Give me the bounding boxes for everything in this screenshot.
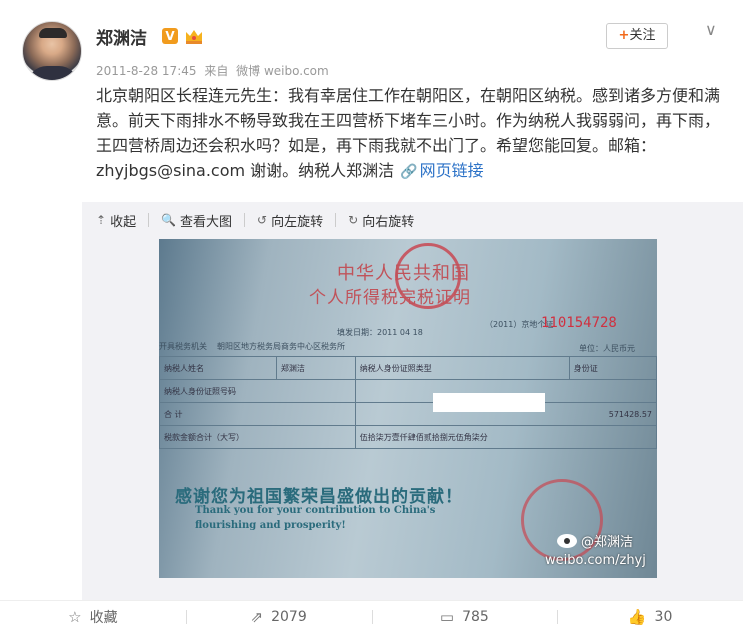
unit-label: 单位：人民币元	[579, 344, 635, 353]
verified-badge-icon[interactable]: V	[162, 28, 178, 44]
author-name[interactable]: 郑渊洁	[96, 24, 147, 49]
serial-number: 110154728	[541, 315, 617, 331]
collapse-label: 收起	[110, 214, 137, 230]
table-row: 税款金额合计（大写） 伍拾柒万壹仟肆佰贰拾捌元伍角柒分	[159, 425, 657, 449]
post-meta: 2011-8-28 17:45 来自 微博 weibo.com	[96, 62, 333, 79]
comment-count: 785	[462, 609, 489, 625]
redacted-id-box	[433, 393, 545, 412]
issuer: 朝阳区地方税务局商务中心区税务所	[217, 342, 345, 351]
weibo-logo-icon	[557, 533, 577, 548]
certificate-title-2: 个人所得税完税证明	[309, 288, 471, 308]
view-large-button[interactable]: 🔍 查看大图	[161, 211, 232, 230]
thanks-en-line-2: flourishing and prosperity!	[195, 520, 346, 531]
collapse-arrow-icon: ⇡	[96, 213, 107, 227]
certificate-title-1: 中华人民共和国	[337, 263, 470, 284]
table-cell: 纳税人姓名	[159, 356, 277, 380]
table-cell: 郑渊洁	[275, 356, 356, 380]
table-cell: 合 计	[159, 402, 356, 426]
table-cell: 税款金额合计（大写）	[159, 425, 356, 449]
thanks-en-line-1: Thank you for your contribution to China…	[195, 505, 436, 516]
search-icon: 🔍	[161, 213, 177, 227]
action-bar: ☆ 收藏 ⇗ 2079 ▭ 785 👍 30	[0, 600, 743, 634]
certificate-table: 纳税人姓名 郑渊洁 纳税人身份证照类型 身份证 纳税人身份证照号码 合 计 57…	[159, 356, 657, 449]
thumbs-up-icon: 👍	[627, 608, 647, 626]
rotate-left-icon: ↺	[257, 213, 268, 227]
tax-certificate-photo[interactable]: 中华人民共和国 个人所得税完税证明 （2011）京地个证 110154728 填…	[159, 239, 657, 578]
post-timestamp[interactable]: 2011-8-28 17:45	[96, 64, 197, 78]
watermark-url: weibo.com/zhyj	[545, 553, 646, 568]
plus-icon: +	[618, 28, 630, 43]
fill-date: 填发日期：2011 04 18	[337, 328, 423, 337]
link-icon: 🔗	[400, 164, 418, 180]
follow-button[interactable]: +关注	[606, 23, 668, 49]
watermark-name-text: @郑渊洁	[581, 535, 634, 550]
table-cell: 伍拾柒万壹仟肆佰贰拾捌元伍角柒分	[354, 425, 657, 449]
rotate-right-button[interactable]: ↻ 向右旋转	[348, 211, 414, 230]
post-source[interactable]: 微博 weibo.com	[236, 64, 329, 78]
crown-icon[interactable]	[184, 27, 204, 45]
view-large-label: 查看大图	[180, 214, 233, 230]
table-row: 合 计 571428.57	[159, 402, 657, 426]
post-text: 北京朝阳区长程连元先生：我有幸居住工作在朝阳区，在朝阳区纳税。感到诸多方便和满意…	[96, 83, 726, 185]
table-row: 纳税人身份证照号码	[159, 379, 657, 403]
follow-label: 关注	[629, 28, 656, 43]
watermark-name: @郑渊洁	[557, 531, 633, 550]
chevron-down-icon[interactable]: ∨	[705, 20, 717, 39]
repost-button[interactable]: ⇗ 2079	[185, 600, 372, 634]
rotate-left-button[interactable]: ↺ 向左旋转	[257, 211, 323, 230]
issuer-label: 开具税务机关	[159, 342, 207, 351]
repost-count: 2079	[271, 609, 307, 625]
favorite-label: 收藏	[89, 610, 118, 626]
comment-button[interactable]: ▭ 785	[371, 600, 558, 634]
table-row: 纳税人姓名 郑渊洁 纳税人身份证照类型 身份证	[159, 356, 657, 380]
media-toolbar: ⇡ 收起 🔍 查看大图 ↺ 向左旋转 ↻ 向右旋转	[96, 210, 426, 230]
like-button[interactable]: 👍 30	[557, 600, 743, 634]
tax-certificate: 中华人民共和国 个人所得税完税证明 （2011）京地个证 110154728 填…	[159, 239, 657, 578]
table-cell: 身份证	[568, 356, 657, 380]
rotate-left-label: 向左旋转	[271, 214, 324, 230]
star-icon: ☆	[68, 608, 82, 626]
like-count: 30	[654, 609, 673, 625]
author-avatar[interactable]	[22, 21, 82, 81]
collapse-button[interactable]: ⇡ 收起	[96, 211, 136, 230]
web-link[interactable]: 🔗 网页链接	[400, 161, 483, 180]
web-link-label: 网页链接	[419, 161, 484, 180]
rotate-right-label: 向右旋转	[362, 214, 415, 230]
share-icon: ⇗	[250, 608, 264, 626]
source-prefix: 来自	[204, 64, 229, 78]
rotate-right-icon: ↻	[348, 213, 359, 227]
table-cell: 纳税人身份证照号码	[159, 379, 356, 403]
comment-icon: ▭	[439, 608, 455, 626]
favorite-button[interactable]: ☆ 收藏	[0, 600, 186, 634]
table-cell: 纳税人身份证照类型	[354, 356, 570, 380]
media-panel: ⇡ 收起 🔍 查看大图 ↺ 向左旋转 ↻ 向右旋转 中华人民共和国 个人所得税完税证明 …	[82, 202, 743, 600]
thanks-text: 感谢您为祖国繁荣昌盛做出的贡献！	[175, 487, 463, 507]
